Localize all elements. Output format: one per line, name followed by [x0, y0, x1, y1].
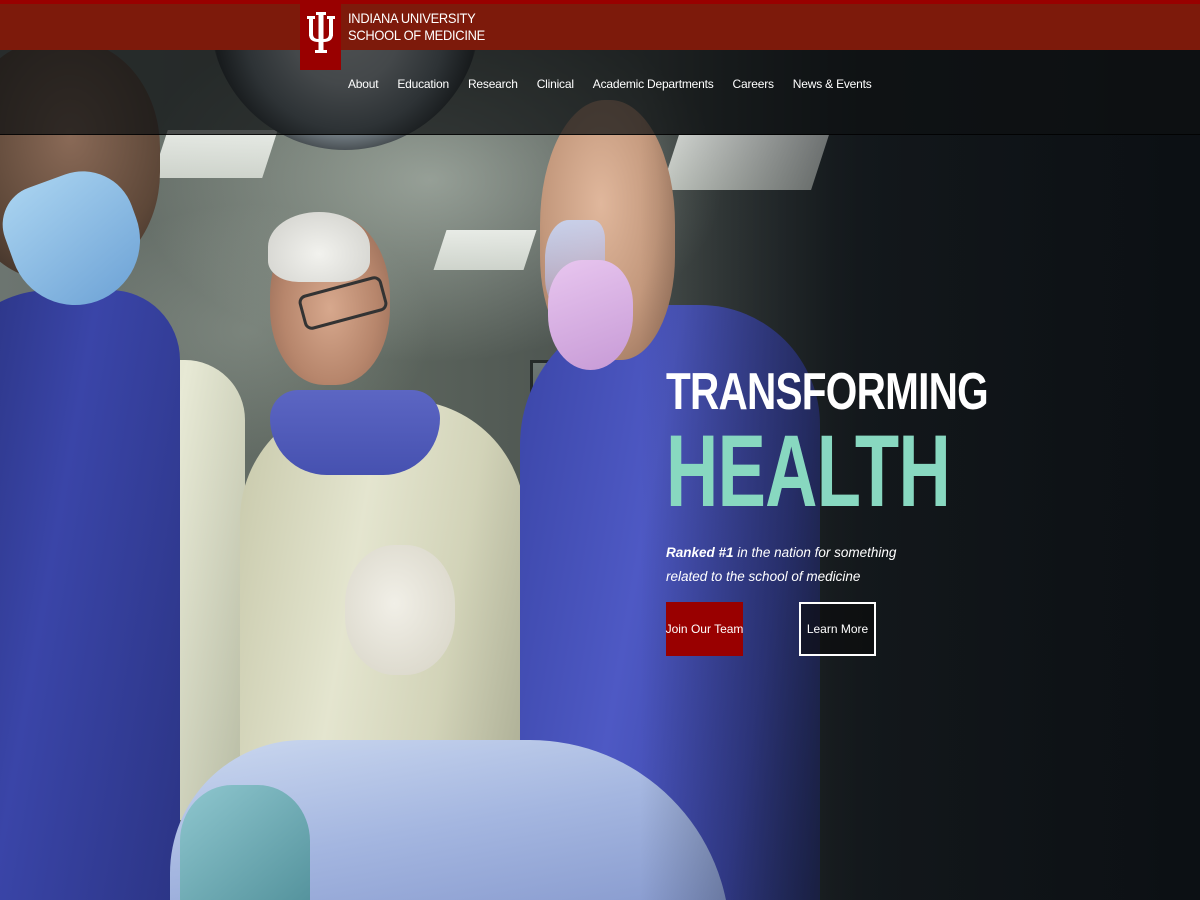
hero-headline-line2: HEALTH — [666, 414, 951, 528]
logo-line-university: INDIANA UNIVERSITY — [348, 10, 476, 26]
iu-logo-link[interactable] — [300, 0, 341, 70]
hero-tagline: Ranked #1 in the nation for something re… — [666, 541, 906, 589]
page: INDIANA UNIVERSITY SCHOOL OF MEDICINE Ab… — [0, 0, 1200, 900]
ceiling-light — [433, 230, 537, 270]
learn-more-button[interactable]: Learn More — [799, 602, 876, 656]
surgical-mask — [548, 260, 633, 370]
top-bar — [0, 0, 1200, 50]
nav-item-news-events[interactable]: News & Events — [793, 77, 872, 91]
nav-item-about[interactable]: About — [348, 77, 379, 91]
gloved-hands — [345, 545, 455, 675]
logo-wordmark[interactable]: INDIANA UNIVERSITY SCHOOL OF MEDICINE — [348, 10, 485, 44]
surgeon-hair — [268, 212, 370, 282]
nav-item-education[interactable]: Education — [397, 77, 449, 91]
nav-list: About Education Research Clinical Academ… — [348, 77, 891, 91]
join-our-team-button[interactable]: Join Our Team — [666, 602, 743, 656]
nav-item-careers[interactable]: Careers — [733, 77, 774, 91]
nav-item-clinical[interactable]: Clinical — [537, 77, 574, 91]
iu-trident-icon — [306, 12, 335, 53]
nav-item-research[interactable]: Research — [468, 77, 518, 91]
logo-line-school: SCHOOL OF MEDICINE — [348, 27, 485, 43]
hero-cta-row: Join Our Team Learn More — [666, 602, 878, 656]
nav-item-academic-departments[interactable]: Academic Departments — [593, 77, 714, 91]
scrub-collar — [270, 390, 440, 475]
surgical-towel — [180, 785, 310, 900]
ceiling-light — [152, 130, 278, 178]
main-navigation: About Education Research Clinical Academ… — [0, 50, 1200, 135]
hero-headline-line1: TRANSFORMING — [666, 363, 989, 421]
hero-copy: TRANSFORMING HEALTH Ranked #1 in the nat… — [666, 363, 989, 589]
surgeon-scrubs — [0, 290, 180, 900]
hero-tagline-emphasis: Ranked #1 — [666, 545, 734, 560]
